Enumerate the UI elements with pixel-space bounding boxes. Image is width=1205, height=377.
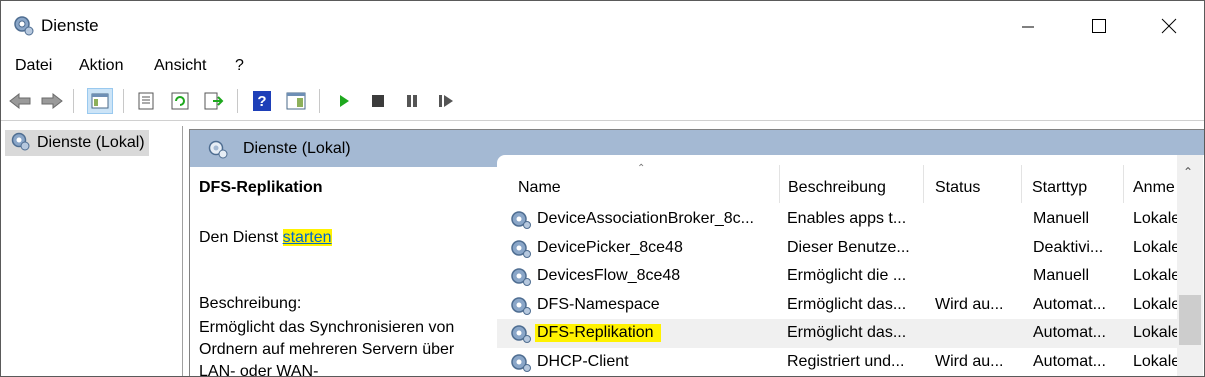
service-row[interactable]: DFS-Replikation Ermöglicht das... Automat.… [497, 319, 1177, 348]
service-action-line: Den Dienst starten [199, 229, 332, 247]
menu-help[interactable]: ? [235, 57, 244, 75]
services-gear-icon [206, 138, 230, 165]
cell-name: DevicePicker_8ce48 [537, 238, 683, 256]
cell-starttype: Deaktivi... [1033, 238, 1104, 256]
stop-service-icon[interactable] [365, 88, 391, 114]
window-title: Dienste [41, 16, 99, 35]
minimize-button[interactable] [993, 1, 1063, 51]
service-row[interactable]: DevicePicker_8ce48 Dieser Benutze... Deakt… [497, 234, 1177, 263]
service-details-pane: DFS-Replikation Den Dienst starten Besch… [190, 167, 497, 377]
service-gear-icon [509, 237, 533, 264]
cell-starttype: Automat... [1033, 324, 1106, 341]
services-gear-icon [9, 130, 31, 157]
cell-logon: Lokale [1133, 267, 1177, 284]
cell-logon: Lokale [1133, 238, 1177, 256]
cell-description: Enables apps t... [787, 210, 907, 227]
selected-service-name: DFS-Replikation [199, 179, 323, 196]
description-label: Beschreibung: [199, 295, 302, 312]
list-header: ⌃ Name Beschreibung Status Starttyp Anme [497, 163, 1177, 203]
pause-service-icon[interactable] [399, 88, 425, 114]
service-gear-icon [509, 208, 533, 235]
cell-logon: Lokale [1133, 324, 1177, 341]
maximize-button[interactable] [1064, 1, 1134, 51]
cell-name: DeviceAssociationBroker_8c... [537, 210, 754, 227]
export-list-icon[interactable] [201, 88, 227, 114]
properties-icon[interactable] [133, 88, 159, 114]
vertical-scrollbar[interactable]: ⌃ [1177, 155, 1203, 376]
scroll-thumb[interactable] [1179, 295, 1201, 345]
tree-item-dienste-lokal[interactable]: Dienste (Lokal) [5, 130, 149, 156]
action-prefix: Den Dienst [199, 229, 279, 246]
service-row[interactable]: DevicesFlow_8ce48 Ermöglicht die ... Manue… [497, 262, 1177, 291]
cell-description: Ermöglicht das... [787, 295, 907, 313]
services-panel: Dienste (Lokal) DFS-Replikation Den Dien… [189, 129, 1204, 377]
service-row[interactable]: DeviceAssociationBroker_8c... Enables app… [497, 205, 1177, 234]
tree-item-label: Dienste (Lokal) [37, 134, 145, 151]
title-bar: Dienste [1, 1, 1204, 51]
start-service-link[interactable]: starten [282, 229, 332, 246]
cell-name: DevicesFlow_8ce48 [537, 267, 681, 284]
column-starttyp[interactable]: Starttyp [1022, 165, 1123, 203]
cell-starttype: Automat... [1033, 295, 1106, 313]
services-window: Dienste Datei Aktion Ansicht ? ? Dienste… [0, 0, 1205, 377]
back-icon[interactable] [7, 88, 33, 114]
column-status[interactable]: Status [924, 165, 1021, 203]
cell-name: DFS-Namespace [537, 295, 660, 313]
show-hide-tree-icon[interactable] [87, 88, 113, 114]
cell-description: Ermöglicht die ... [787, 267, 907, 284]
column-beschreibung[interactable]: Beschreibung [780, 165, 923, 203]
cell-logon: Lokale [1133, 210, 1177, 227]
column-anmelden-als[interactable]: Anme [1124, 165, 1177, 203]
resume-service-icon[interactable] [433, 88, 459, 114]
cell-starttype: Manuell [1033, 210, 1090, 227]
start-service-icon[interactable] [331, 88, 357, 114]
cell-logon: Lokale [1133, 352, 1177, 370]
service-gear-icon [509, 322, 533, 349]
services-list: ⌃ Name Beschreibung Status Starttyp Anme… [497, 155, 1204, 377]
help-icon[interactable]: ? [249, 88, 275, 114]
service-gear-icon [509, 265, 533, 292]
service-row[interactable]: DHCP-Client Registriert und... Wird au... A… [497, 348, 1177, 377]
panel-title: Dienste (Lokal) [243, 140, 351, 157]
menu-ansicht[interactable]: Ansicht [154, 57, 206, 75]
toolbar: ? [1, 83, 1204, 121]
cell-starttype: Manuell [1033, 267, 1090, 284]
cell-name: DHCP-Client [537, 352, 629, 370]
description-text: Ermöglicht das Synchronisieren von Ordne… [199, 319, 455, 377]
console-tree: Dienste (Lokal) [1, 126, 183, 376]
menu-bar: Datei Aktion Ansicht ? [1, 53, 1204, 81]
service-gear-icon [509, 294, 533, 321]
scroll-up-icon[interactable]: ⌃ [1183, 165, 1193, 179]
menu-datei[interactable]: Datei [15, 57, 52, 75]
cell-status: Wird au... [935, 295, 1004, 313]
column-name[interactable]: Name [497, 165, 779, 203]
refresh-icon[interactable] [167, 88, 193, 114]
cell-starttype: Automat... [1033, 352, 1106, 370]
svg-text:?: ? [257, 93, 266, 110]
cell-description: Registriert und... [787, 352, 905, 370]
services-gear-icon [11, 13, 34, 36]
cell-description: Dieser Benutze... [787, 238, 910, 256]
close-button[interactable] [1134, 1, 1204, 51]
service-gear-icon [509, 351, 533, 377]
cell-status: Wird au... [935, 352, 1004, 370]
cell-description: Ermöglicht das... [787, 324, 907, 341]
show-hide-action-pane-icon[interactable] [283, 88, 309, 114]
menu-aktion[interactable]: Aktion [79, 57, 123, 75]
cell-name: DFS-Replikation [535, 324, 662, 342]
cell-logon: Lokale [1133, 295, 1177, 313]
service-row[interactable]: DFS-Namespace Ermöglicht das... Wird au...… [497, 291, 1177, 320]
forward-icon[interactable] [39, 88, 65, 114]
